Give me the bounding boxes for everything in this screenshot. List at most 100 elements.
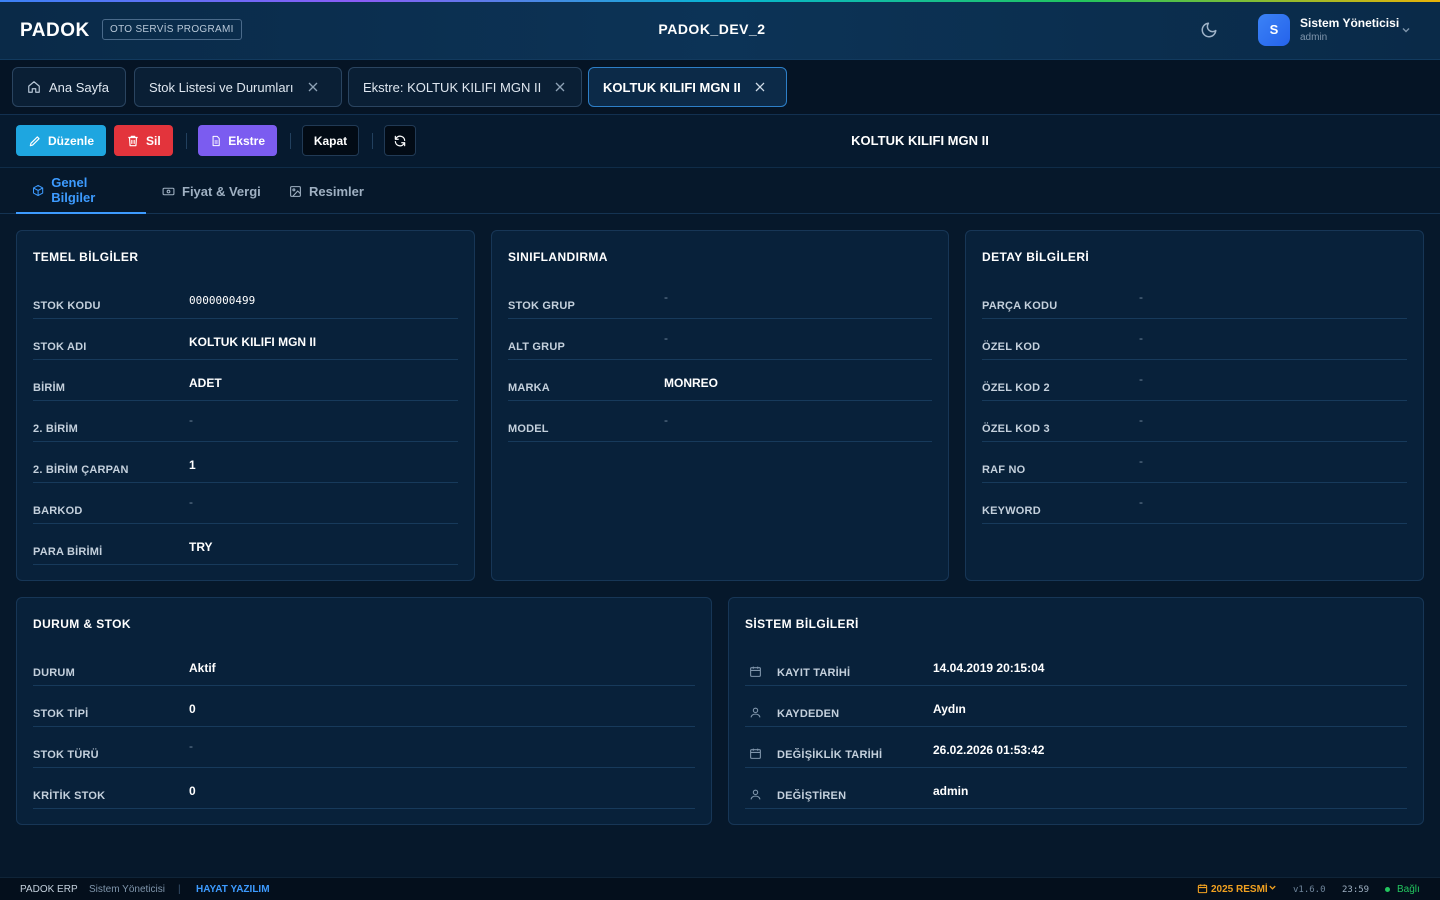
field-row: MODEL - xyxy=(508,401,932,442)
field-value: KOLTUK KILIFI MGN II xyxy=(189,335,317,349)
field-value: 26.02.2026 01:53:42 xyxy=(933,743,1045,757)
user-icon xyxy=(750,707,761,718)
period-selector[interactable]: 2025 RESMİ xyxy=(1211,884,1268,895)
document-icon xyxy=(212,135,220,146)
close-icon[interactable] xyxy=(308,82,318,92)
field-label: KAYDEDEN xyxy=(777,708,840,720)
user-name[interactable]: Sistem Yöneticisi xyxy=(1300,16,1399,30)
section-tabs: Genel Bilgiler Fiyat & Vergi Resimler xyxy=(0,168,1440,214)
close-icon[interactable] xyxy=(755,82,765,92)
field-row: BARKOD - xyxy=(33,483,458,524)
chevron-down-icon[interactable] xyxy=(1401,25,1411,35)
field-row: PARÇA KODU - xyxy=(982,278,1407,319)
footer-user: Sistem Yöneticisi xyxy=(89,884,165,895)
field-value: - xyxy=(189,495,193,509)
card-title: DURUM & STOK xyxy=(33,617,131,631)
footer-divider: | xyxy=(178,884,181,895)
card-basic-info: TEMEL BİLGİLER STOK KODU 0000000499 STOK… xyxy=(16,230,475,581)
tab-label: Resimler xyxy=(309,183,364,199)
home-icon xyxy=(28,81,40,93)
statement-label: Ekstre xyxy=(228,133,265,148)
field-label: STOK GRUP xyxy=(508,300,575,312)
field-row: STOK ADI KOLTUK KILIFI MGN II xyxy=(33,319,458,360)
user-avatar[interactable]: S xyxy=(1258,14,1290,46)
clock: 23:59 xyxy=(1342,885,1370,895)
field-value: - xyxy=(1139,331,1143,345)
tab-price-tax[interactable]: Fiyat & Vergi xyxy=(146,168,277,214)
field-value: admin xyxy=(933,784,969,798)
field-label: RAF NO xyxy=(982,464,1026,476)
field-row: STOK TİPİ 0 xyxy=(33,686,695,727)
close-button[interactable]: Kapat xyxy=(302,125,359,156)
field-value: MONREO xyxy=(664,376,718,390)
field-row: ALT GRUP - xyxy=(508,319,932,360)
field-row: KEYWORD - xyxy=(982,483,1407,524)
banknote-icon xyxy=(162,187,175,195)
tab-stock-list[interactable]: Stok Listesi ve Durumları xyxy=(134,67,342,107)
field-value: - xyxy=(1139,495,1143,509)
connection-status: Bağlı xyxy=(1397,884,1420,895)
moon-icon[interactable] xyxy=(1200,21,1218,39)
field-row: ÖZEL KOD 3 - xyxy=(982,401,1407,442)
field-value: - xyxy=(1139,290,1143,304)
close-icon[interactable] xyxy=(555,82,565,92)
field-row: KRİTİK STOK 0 xyxy=(33,768,695,809)
field-label: BİRİM xyxy=(33,382,66,394)
field-value: Aydın xyxy=(933,702,966,716)
field-row: STOK GRUP - xyxy=(508,278,932,319)
card-title: TEMEL BİLGİLER xyxy=(33,250,139,264)
field-row: 2. BİRİM ÇARPAN 1 xyxy=(33,442,458,483)
tab-home[interactable]: Ana Sayfa xyxy=(12,67,126,107)
pencil-icon xyxy=(29,135,40,146)
delete-label: Sil xyxy=(146,133,161,148)
refresh-icon xyxy=(394,135,406,146)
card-status-stock: DURUM & STOK DURUM Aktif STOK TİPİ 0 STO… xyxy=(16,597,712,825)
edit-label: Düzenle xyxy=(47,133,94,148)
footer-app-name: PADOK ERP xyxy=(20,884,78,895)
field-row: KAYIT TARİHİ 14.04.2019 20:15:04 xyxy=(745,645,1407,686)
field-value: 1 xyxy=(189,458,196,472)
field-row: BİRİM ADET xyxy=(33,360,458,401)
field-label: STOK KODU xyxy=(33,300,101,312)
tab-label: Stok Listesi ve Durumları xyxy=(149,79,294,95)
field-label: DURUM xyxy=(33,667,75,679)
field-value: 0 xyxy=(189,784,196,798)
field-value: - xyxy=(189,739,193,753)
field-row: DURUM Aktif xyxy=(33,645,695,686)
card-title: SINIFLANDIRMA xyxy=(508,250,608,264)
tab-label: KOLTUK KILIFI MGN II xyxy=(603,79,741,95)
footer-company[interactable]: HAYAT YAZILIM xyxy=(196,884,270,895)
tab-label: Ana Sayfa xyxy=(49,79,109,95)
field-row: PARA BİRİMİ TRY xyxy=(33,524,458,565)
tab-stock-detail[interactable]: KOLTUK KILIFI MGN II xyxy=(588,67,787,107)
field-label: ÖZEL KOD 3 xyxy=(982,423,1050,435)
calendar-icon xyxy=(750,666,761,677)
toolbar-divider xyxy=(372,133,373,149)
field-value: Aktif xyxy=(189,661,216,675)
tab-general-info[interactable]: Genel Bilgiler xyxy=(16,168,146,214)
field-row: STOK KODU 0000000499 xyxy=(33,278,458,319)
user-icon xyxy=(750,789,761,800)
tab-label: Fiyat & Vergi xyxy=(182,183,261,199)
delete-button[interactable]: Sil xyxy=(114,125,173,156)
close-label: Kapat xyxy=(313,133,348,148)
field-row: MARKA MONREO xyxy=(508,360,932,401)
chevron-down-icon[interactable] xyxy=(1268,883,1277,895)
refresh-button[interactable] xyxy=(384,125,416,156)
field-label: KEYWORD xyxy=(982,505,1041,517)
field-row: ÖZEL KOD - xyxy=(982,319,1407,360)
edit-button[interactable]: Düzenle xyxy=(16,125,106,156)
field-label: BARKOD xyxy=(33,505,83,517)
field-label: KRİTİK STOK xyxy=(33,790,106,802)
field-label: PARA BİRİMİ xyxy=(33,546,103,558)
tab-images[interactable]: Resimler xyxy=(273,168,380,214)
field-label: ÖZEL KOD 2 xyxy=(982,382,1050,394)
tab-statement[interactable]: Ekstre: KOLTUK KILIFI MGN II xyxy=(348,67,582,107)
field-row: RAF NO - xyxy=(982,442,1407,483)
field-value: 0 xyxy=(189,702,196,716)
statement-button[interactable]: Ekstre xyxy=(198,125,277,156)
field-label: MODEL xyxy=(508,423,549,435)
field-label: KAYIT TARİHİ xyxy=(777,667,851,679)
field-value: - xyxy=(1139,372,1143,386)
field-value: - xyxy=(189,413,193,427)
